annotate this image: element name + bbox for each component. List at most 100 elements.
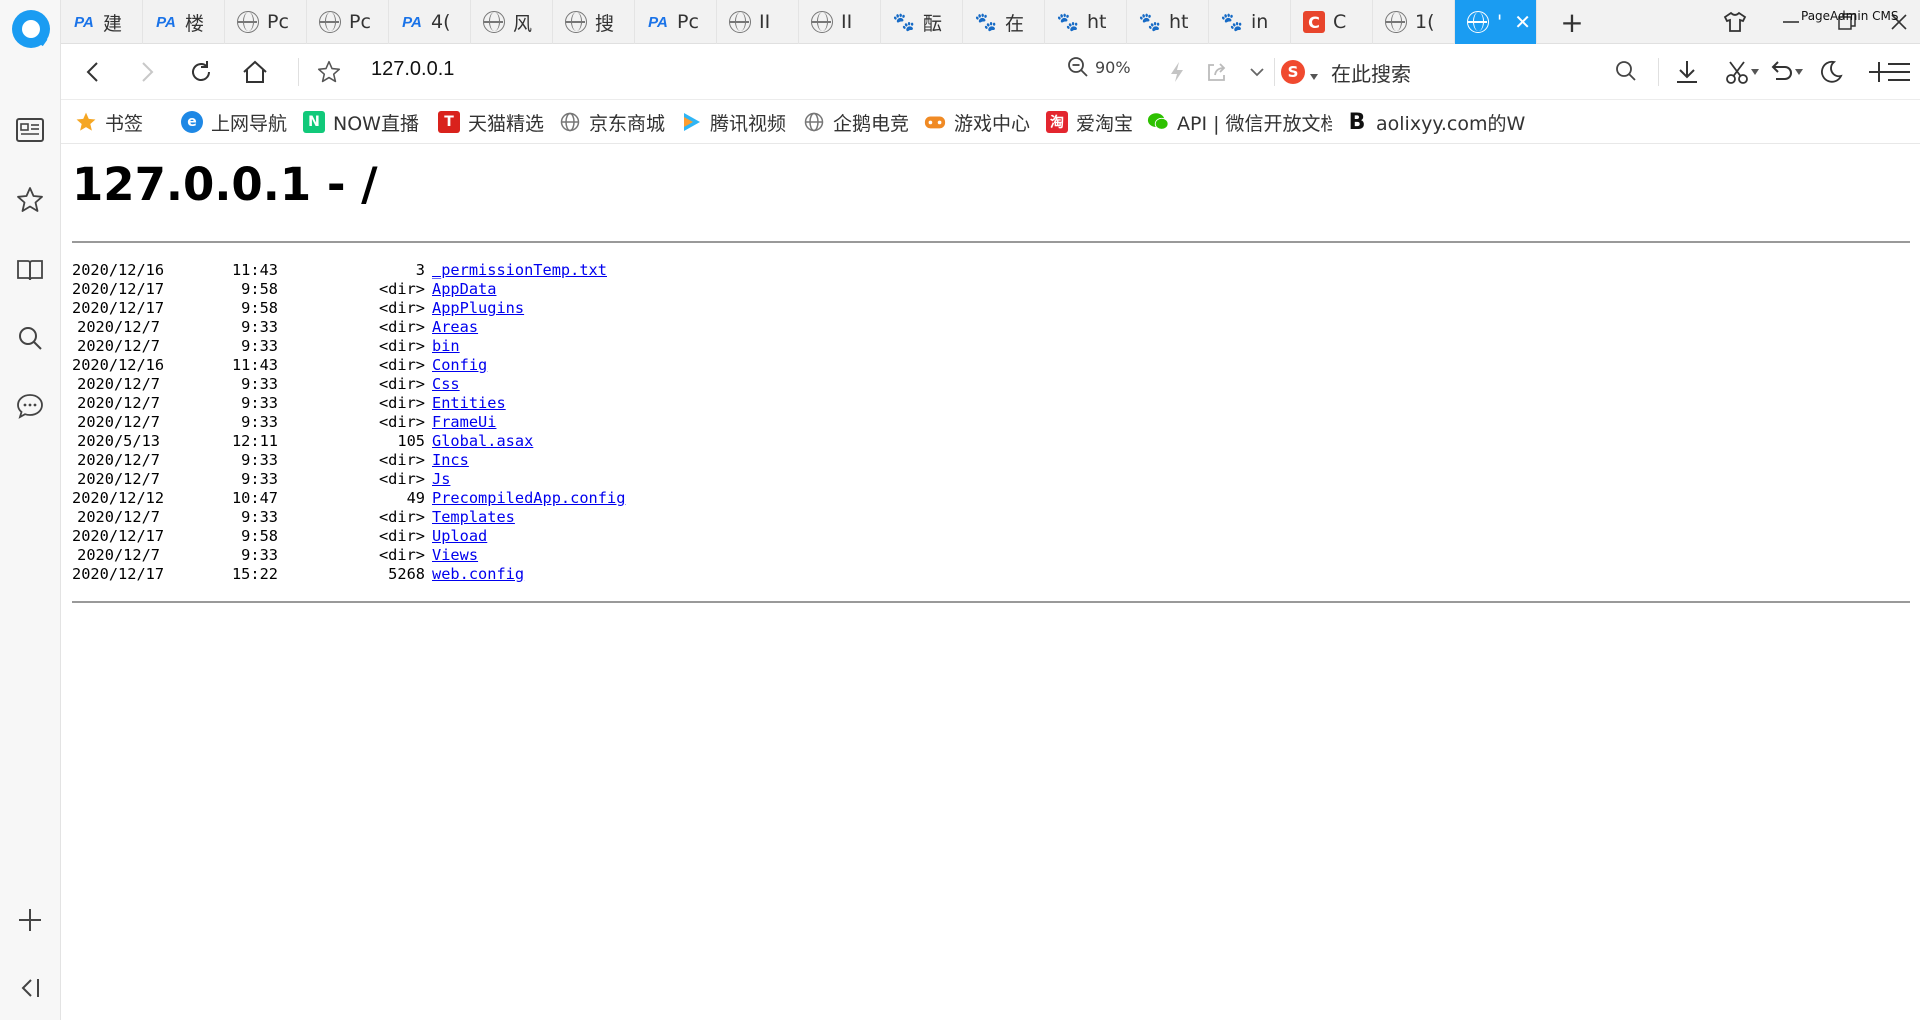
skin-tshirt-icon[interactable]: [1719, 6, 1751, 38]
listing-link[interactable]: Areas: [432, 318, 478, 337]
listing-date: 2020/12/17: [72, 299, 165, 317]
listing-link[interactable]: Js: [432, 470, 450, 489]
tab-label: II: [759, 11, 771, 33]
forward-arrow-icon[interactable]: [131, 56, 163, 88]
share-icon[interactable]: [1201, 56, 1233, 88]
listing-link[interactable]: bin: [432, 337, 460, 356]
lightning-icon[interactable]: [1161, 56, 1193, 88]
tab-strip: PA 建 PA 楼 Pc Pc PA 4(风搜 PA Pc II II 🐾 酝 🐾 在 🐾 ht 🐾 ht 🐾 in C C 1…: [61, 0, 1920, 44]
browser-tab[interactable]: II: [799, 0, 881, 44]
browser-logo-icon[interactable]: [12, 10, 50, 48]
new-tab-plus-icon[interactable]: +: [1557, 6, 1587, 39]
chevron-down-icon[interactable]: [1241, 56, 1273, 88]
bookmark-star-icon[interactable]: [313, 56, 345, 88]
listing-size: <dir>: [378, 299, 425, 317]
listing-link[interactable]: _permissionTemp.txt: [432, 261, 607, 280]
browser-tab[interactable]: CC: [1291, 0, 1373, 44]
tab-label: 风: [513, 12, 533, 35]
listing-time: 11:43: [231, 261, 278, 279]
listing-link[interactable]: Css: [432, 375, 460, 394]
bookmark-item[interactable]: Baolixyy.com的WI: [1346, 108, 1526, 136]
search-input[interactable]: 在此搜索: [1331, 58, 1411, 87]
listing-size: <dir>: [378, 470, 425, 488]
close-icon[interactable]: ✕: [1514, 10, 1531, 34]
home-icon[interactable]: [239, 56, 271, 88]
browser-tab[interactable]: PA 4(: [389, 0, 471, 44]
zoom-control[interactable]: 90%: [1067, 56, 1131, 78]
bookmark-item[interactable]: API | 微信开放文档: [1147, 108, 1332, 136]
listing-date: 2020/12/16: [72, 261, 165, 279]
sogou-search-engine-icon[interactable]: S: [1281, 60, 1305, 84]
chevron-down-icon[interactable]: [1747, 56, 1763, 88]
bookmark-item[interactable]: 淘爱淘宝: [1046, 108, 1133, 136]
bookmark-item[interactable]: e 上网导航: [181, 108, 287, 136]
tab-label: Pc: [349, 11, 371, 33]
bookmark-item[interactable]: 京东商城: [559, 108, 665, 136]
listing-link[interactable]: Upload: [432, 527, 487, 546]
browser-tab[interactable]: PA 楼: [143, 0, 225, 44]
browser-tab[interactable]: 🐾 ht: [1045, 0, 1127, 44]
baidu-paw-icon: 🐾: [974, 11, 998, 33]
news-feed-icon[interactable]: [12, 112, 48, 148]
browser-tab[interactable]: 搜: [553, 0, 635, 44]
listing-link[interactable]: Entities: [432, 394, 506, 413]
bookmark-item[interactable]: 书签: [75, 108, 143, 136]
browser-tab[interactable]: ' ✕: [1455, 0, 1537, 44]
listing-link[interactable]: AppPlugins: [432, 299, 524, 318]
browser-tab[interactable]: Pc: [225, 0, 307, 44]
tmall-icon: T: [438, 111, 460, 133]
browser-tab[interactable]: 🐾 酝: [881, 0, 963, 44]
bookmark-item[interactable]: N NOW直播: [303, 108, 419, 136]
favorites-star-icon[interactable]: [12, 182, 48, 218]
video-play-icon: [680, 111, 702, 133]
browser-tab[interactable]: 🐾 in: [1209, 0, 1291, 44]
listing-size: <dir>: [378, 413, 425, 431]
reading-book-icon[interactable]: [12, 252, 48, 288]
add-icon[interactable]: [12, 902, 48, 938]
pagead-favicon-icon: PA: [74, 13, 94, 31]
search-box[interactable]: S 在此搜索: [1281, 56, 1651, 88]
browser-tab[interactable]: PA 建: [61, 0, 143, 44]
bookmark-item[interactable]: 腾讯视频: [680, 108, 786, 136]
bookmark-item[interactable]: T 天猫精选: [438, 108, 544, 136]
globe-icon: [1467, 11, 1489, 33]
listing-link[interactable]: AppData: [432, 280, 496, 299]
bookmark-label: API | 微信开放文档: [1177, 112, 1332, 135]
listing-link[interactable]: Config: [432, 356, 487, 375]
back-arrow-icon[interactable]: [77, 56, 109, 88]
listing-link[interactable]: Templates: [432, 508, 515, 527]
engine-dropdown-icon[interactable]: [1309, 66, 1319, 85]
tab-label: ': [1497, 11, 1503, 33]
listing-link[interactable]: PrecompiledApp.config: [432, 489, 625, 508]
listing-time: 9:33: [241, 318, 278, 336]
browser-tab[interactable]: Pc: [307, 0, 389, 44]
bookmark-item[interactable]: 游戏中心: [924, 108, 1030, 136]
chevron-down-icon[interactable]: [1791, 56, 1807, 88]
listing-row: 2020/12/7 9:33 <dir> Areas: [72, 318, 625, 337]
listing-link[interactable]: Incs: [432, 451, 469, 470]
address-bar[interactable]: 127.0.0.1: [371, 58, 454, 81]
night-mode-moon-icon[interactable]: [1815, 56, 1847, 88]
listing-link[interactable]: Views: [432, 546, 478, 565]
browser-tab[interactable]: 🐾 ht: [1127, 0, 1209, 44]
bookmark-item[interactable]: 企鹅电竞: [803, 108, 909, 136]
search-icon[interactable]: [12, 320, 48, 356]
chat-bubble-icon[interactable]: [12, 388, 48, 424]
listing-link[interactable]: FrameUi: [432, 413, 496, 432]
listing-row: 2020/12/17 9:58 <dir> Upload: [72, 527, 625, 546]
listing-time: 9:58: [241, 299, 278, 317]
browser-tab[interactable]: PA Pc: [635, 0, 717, 44]
browser-tab[interactable]: 1(: [1373, 0, 1455, 44]
reload-icon[interactable]: [185, 56, 217, 88]
collapse-sidebar-icon[interactable]: [12, 970, 48, 1006]
browser-tab[interactable]: 🐾 在: [963, 0, 1045, 44]
bookmark-label: 游戏中心: [954, 112, 1031, 135]
search-magnifier-icon[interactable]: [1615, 60, 1637, 86]
browser-tab[interactable]: 风: [471, 0, 553, 44]
listing-size: <dir>: [378, 508, 425, 526]
browser-tab[interactable]: II: [717, 0, 799, 44]
listing-link[interactable]: Global.asax: [432, 432, 533, 451]
menu-hamburger-icon[interactable]: [1883, 56, 1915, 88]
download-icon[interactable]: [1671, 56, 1703, 88]
listing-link[interactable]: web.config: [432, 565, 524, 584]
